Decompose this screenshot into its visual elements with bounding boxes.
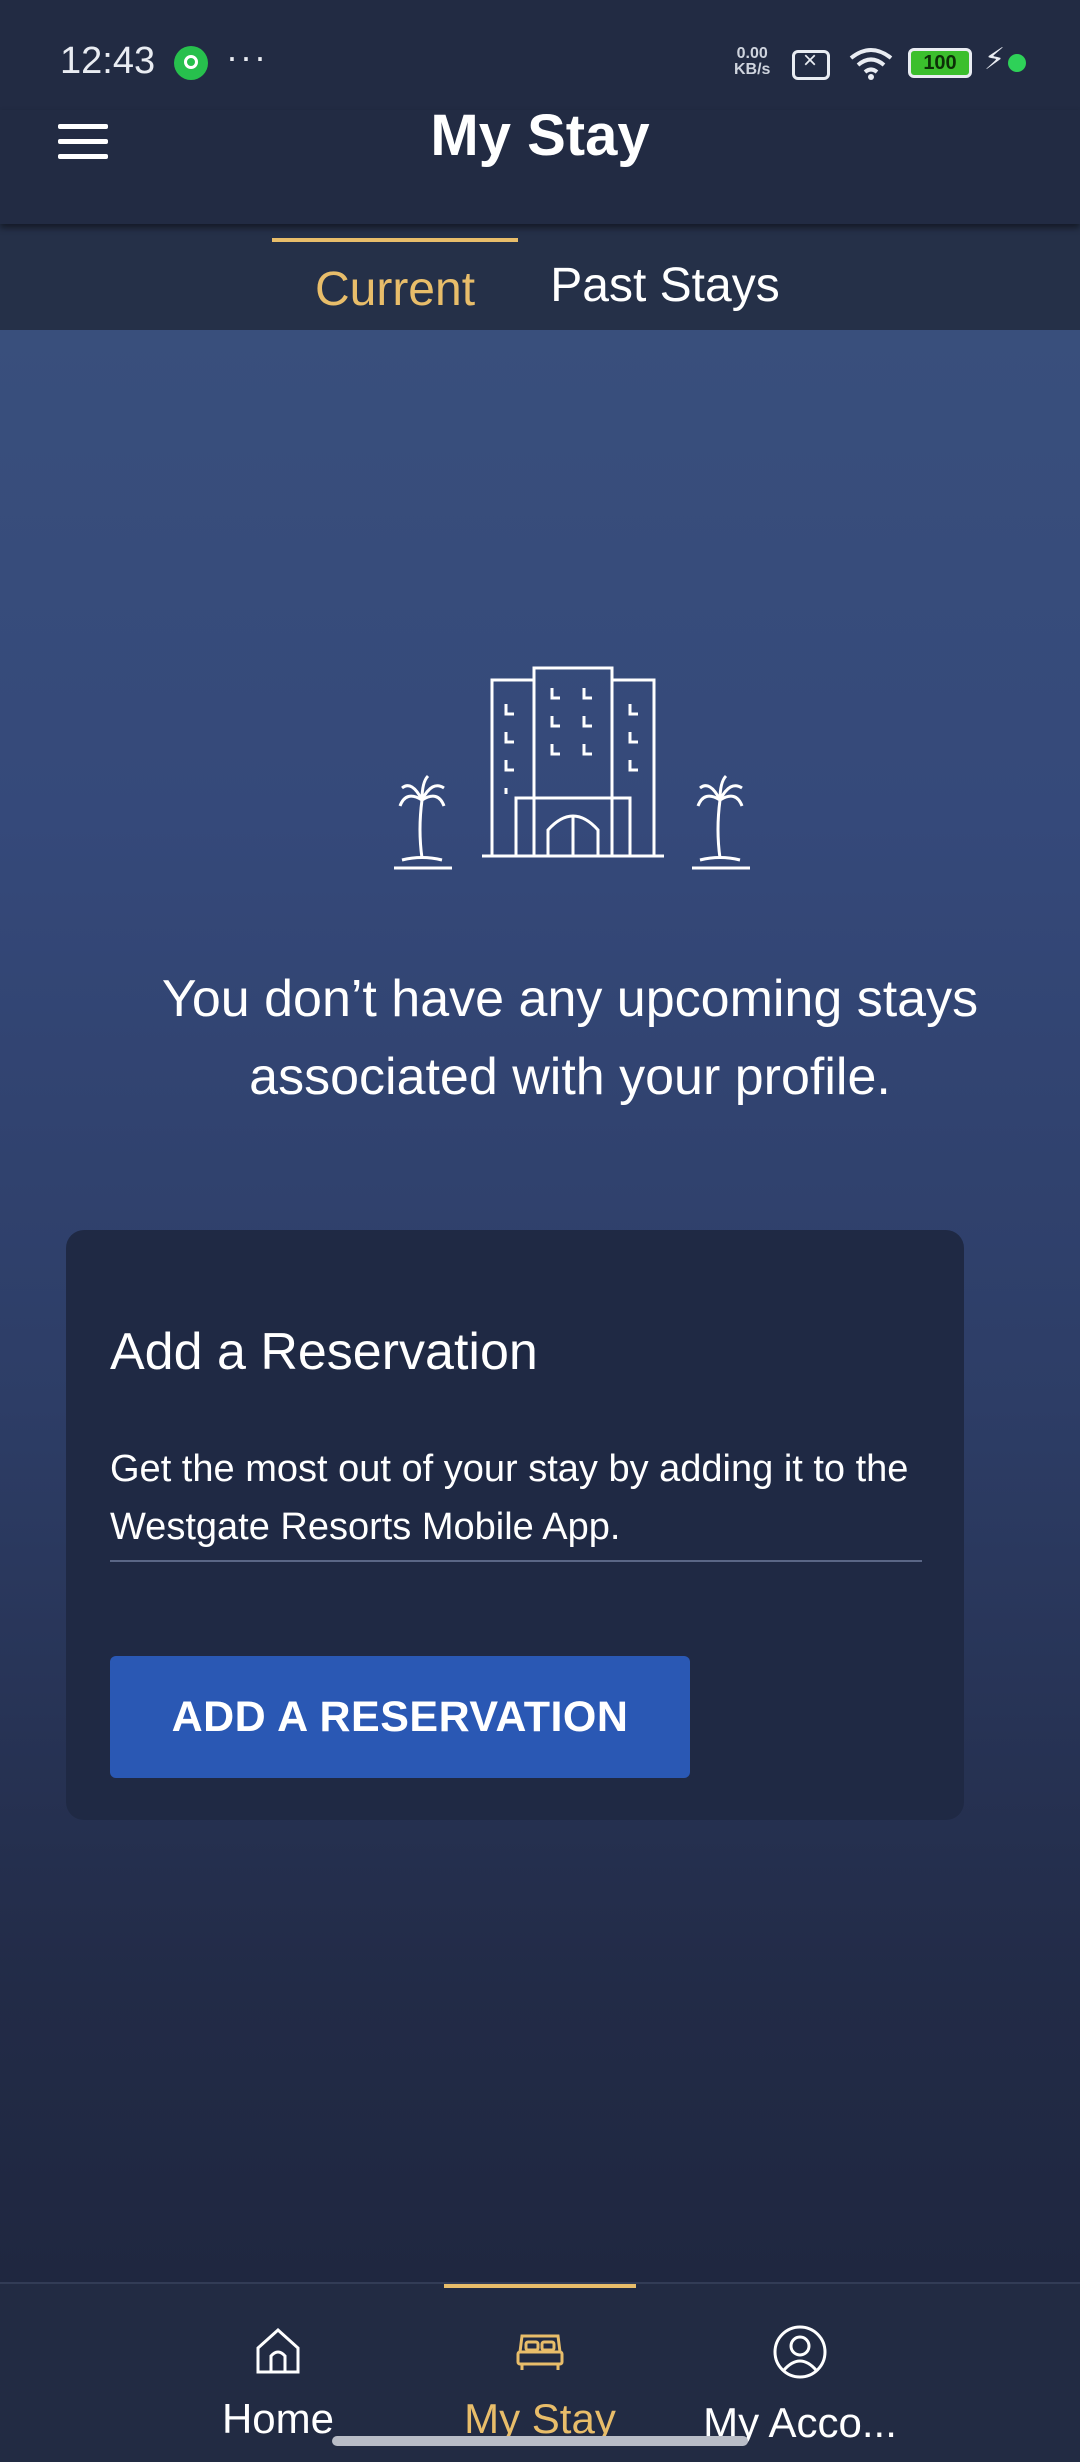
battery-indicator: 100 bbox=[908, 48, 972, 78]
status-time: 12:43 bbox=[60, 40, 156, 82]
active-tab-indicator bbox=[444, 2284, 636, 2288]
bottom-navigation: Home My Stay My Acco... bbox=[0, 2282, 1080, 2462]
bed-icon bbox=[516, 2334, 564, 2370]
home-icon bbox=[256, 2327, 300, 2374]
system-home-indicator[interactable] bbox=[332, 2436, 748, 2446]
wifi-icon bbox=[849, 48, 893, 80]
add-reservation-button[interactable]: ADD A RESERVATION bbox=[110, 1656, 690, 1778]
hotel-with-palm-trees-icon bbox=[394, 666, 750, 870]
nav-item-my-account[interactable]: My Acco... bbox=[670, 2324, 930, 2447]
network-speed-unit: KB/s bbox=[734, 61, 771, 78]
charging-icon: ⚡ bbox=[984, 43, 1006, 76]
nav-item-home[interactable]: Home bbox=[148, 2324, 408, 2443]
no-sim-icon bbox=[792, 47, 830, 80]
add-reservation-card: Add a Reservation Get the most out of yo… bbox=[66, 1230, 964, 1820]
network-speed: 0.00 KB/s bbox=[734, 46, 770, 78]
more-notifications-icon: ··· bbox=[226, 36, 268, 77]
tab-current[interactable]: Current bbox=[272, 238, 518, 330]
page-title: My Stay bbox=[430, 103, 650, 168]
nav-item-my-stay[interactable]: My Stay bbox=[410, 2324, 670, 2443]
privacy-dot-icon bbox=[1008, 54, 1026, 72]
card-description: Get the most out of your stay by adding … bbox=[110, 1448, 909, 1548]
network-speed-value: 0.00 bbox=[736, 45, 768, 62]
status-bar: 12:43 ··· 0.00 KB/s 100 ⚡ bbox=[0, 0, 1080, 110]
account-icon bbox=[773, 2325, 827, 2379]
card-title: Add a Reservation bbox=[110, 1323, 538, 1381]
empty-state-message: You don’t have any upcoming stays associ… bbox=[161, 970, 979, 1106]
card-divider bbox=[110, 1560, 922, 1562]
whatsapp-icon bbox=[174, 46, 208, 80]
tab-past-stays[interactable]: Past Stays bbox=[540, 258, 790, 340]
stay-tabs: Current Past Stays bbox=[0, 224, 1080, 330]
